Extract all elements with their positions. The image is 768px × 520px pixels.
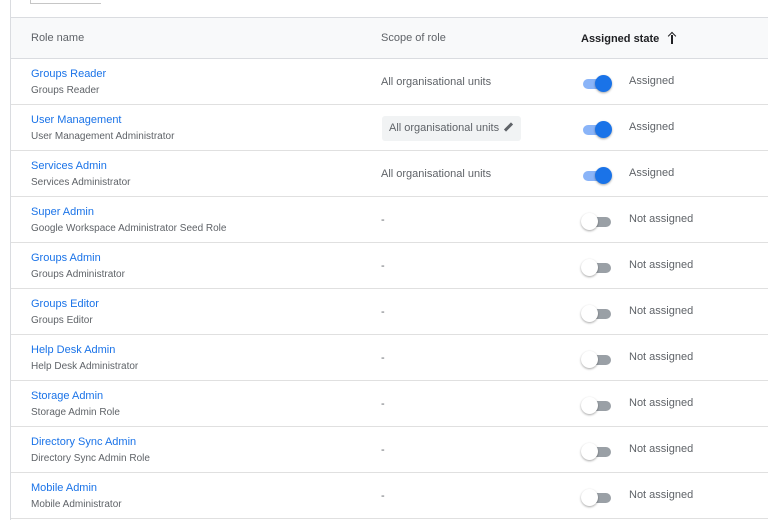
scope-value: All organisational units [381, 76, 491, 88]
scope-value: All organisational units [381, 168, 491, 180]
assigned-toggle[interactable] [581, 303, 613, 323]
assigned-state-label: Not assigned [629, 259, 694, 271]
table-row: Help Desk Admin Help Desk Administrator - N… [11, 335, 768, 381]
role-description: Directory Sync Admin Role [31, 453, 150, 464]
table-row: Storage Admin Storage Admin Role - Not assi… [11, 381, 768, 427]
scope-value: - [381, 214, 385, 226]
scope-label: - [381, 214, 385, 226]
assigned-state-label: Not assigned [629, 397, 694, 409]
toggle-knob [581, 489, 598, 506]
role-description: Groups Administrator [31, 269, 125, 280]
scope-label: All organisational units [381, 76, 492, 88]
table-left-edge [10, 0, 11, 17]
role-name-link[interactable]: Help Desk Admin [31, 344, 115, 356]
scope-label: - [381, 352, 385, 364]
role-description: Mobile Administrator [31, 499, 122, 510]
table-row: Mobile Admin Mobile Administrator - Not ass… [11, 473, 768, 519]
assigned-toggle[interactable] [581, 211, 613, 231]
table-row: Services Admin Services Administrator All … [11, 151, 768, 197]
assigned-state-label: Not assigned [629, 305, 694, 317]
assigned-toggle[interactable] [581, 395, 613, 415]
column-header-role-name[interactable]: Role name [31, 32, 84, 44]
scope-edit-chip[interactable]: All organisational units [382, 116, 522, 141]
toggle-knob [581, 351, 598, 368]
toggle-knob [581, 305, 598, 322]
table-header: Role name Scope of role Assigned state [11, 18, 768, 59]
assigned-state-label: Not assigned [629, 489, 694, 501]
role-name-link[interactable]: Super Admin [31, 206, 94, 218]
table-row: Groups Editor Groups Editor - Not assigned [11, 289, 768, 335]
scope-value: - [381, 352, 385, 364]
role-description: Google Workspace Administrator Seed Role [31, 223, 227, 234]
role-name-link[interactable]: User Management [31, 114, 122, 126]
role-description: Help Desk Administrator [31, 361, 139, 372]
assigned-state-label: Not assigned [629, 443, 694, 455]
scope-value: - [381, 398, 385, 410]
role-name-link[interactable]: Groups Editor [31, 298, 99, 310]
assigned-toggle[interactable] [581, 73, 613, 93]
scope-label: - [381, 306, 385, 318]
role-description: Services Administrator [31, 177, 131, 188]
role-name-link[interactable]: Directory Sync Admin [31, 436, 136, 448]
assigned-state-label: Assigned [629, 167, 675, 179]
scope-label: All organisational units [381, 168, 492, 180]
role-description: Storage Admin Role [31, 407, 120, 418]
assigned-toggle[interactable] [581, 119, 613, 139]
role-name-link[interactable]: Services Admin [31, 160, 107, 172]
toggle-knob [581, 259, 598, 276]
toggle-knob [581, 397, 598, 414]
assigned-state-label: Not assigned [629, 351, 694, 363]
role-name-link[interactable]: Groups Admin [31, 252, 101, 264]
toggle-knob [595, 75, 612, 92]
arrow-upward-icon[interactable] [667, 32, 677, 44]
table-row: Directory Sync Admin Directory Sync Admin… [11, 427, 768, 473]
table-row: User Management User Management Administr… [11, 105, 768, 151]
table-row: Groups Admin Groups Administrator - Not ass… [11, 243, 768, 289]
scope-value: - [381, 260, 385, 272]
assigned-state-label: Assigned [629, 75, 675, 87]
assigned-toggle[interactable] [581, 487, 613, 507]
scope-label: All organisational units [389, 122, 500, 134]
table-row: Super Admin Google Workspace Administrato… [11, 197, 768, 243]
assigned-state-label: Assigned [629, 121, 675, 133]
column-header-scope[interactable]: Scope of role [381, 32, 446, 44]
roles-table: Role name Scope of role Assigned state G… [10, 17, 768, 520]
role-description: User Management Administrator [31, 131, 175, 142]
toggle-knob [581, 443, 598, 460]
assigned-state-label: Not assigned [629, 213, 694, 225]
column-header-assigned-state[interactable]: Assigned state [581, 32, 677, 45]
assigned-toggle[interactable] [581, 441, 613, 461]
top-strip [0, 0, 768, 17]
cut-off-content [30, 0, 101, 4]
assigned-toggle[interactable] [581, 165, 613, 185]
pencil-icon [504, 123, 513, 132]
role-name-link[interactable]: Mobile Admin [31, 482, 97, 494]
toggle-knob [581, 213, 598, 230]
scope-label: - [381, 398, 385, 410]
role-name-link[interactable]: Groups Reader [31, 68, 106, 80]
assigned-toggle[interactable] [581, 257, 613, 277]
scope-value: - [381, 444, 385, 456]
toggle-knob [595, 121, 612, 138]
scope-label: - [381, 260, 385, 272]
assigned-toggle[interactable] [581, 349, 613, 369]
role-name-link[interactable]: Storage Admin [31, 390, 103, 402]
toggle-knob [595, 167, 612, 184]
scope-label: - [381, 490, 385, 502]
role-description: Groups Reader [31, 85, 100, 96]
scope-label: - [381, 444, 385, 456]
table-row: Groups Reader Groups Reader All organisati… [11, 59, 768, 105]
scope-value: - [381, 490, 385, 502]
column-header-assigned-state-label: Assigned state [581, 33, 660, 45]
scope-value: - [381, 306, 385, 318]
role-description: Groups Editor [31, 315, 93, 326]
